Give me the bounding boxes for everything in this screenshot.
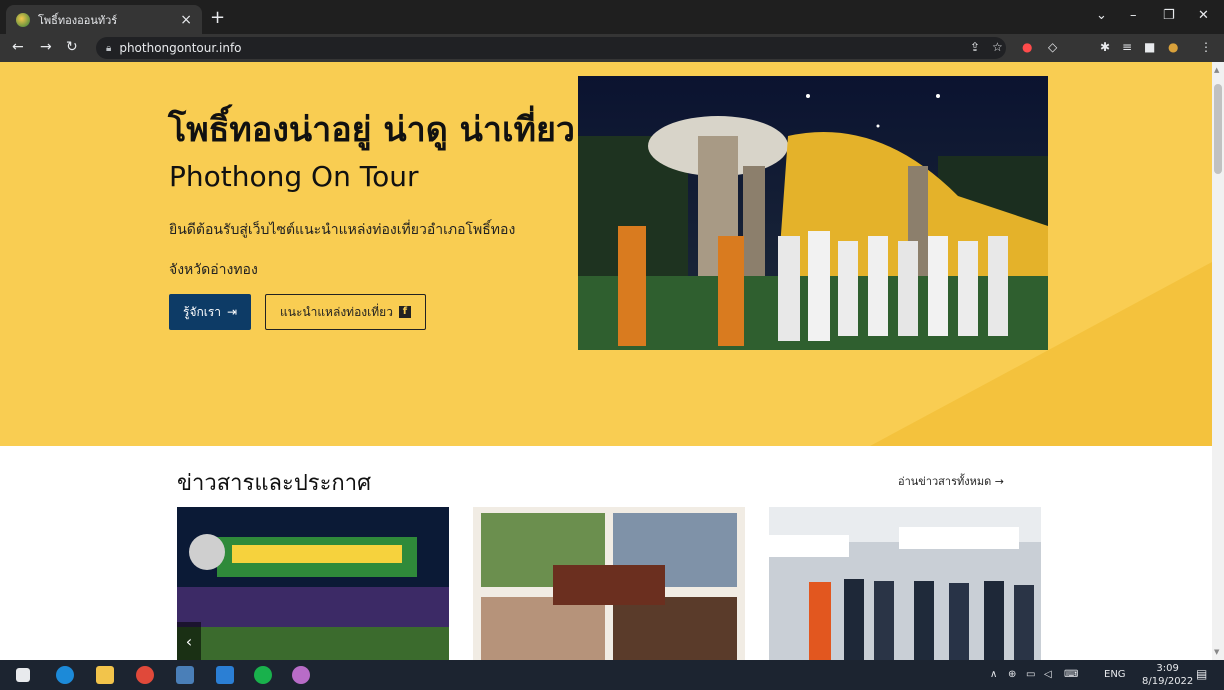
keyboard-icon[interactable]: ⌨ bbox=[1064, 669, 1078, 680]
volume-icon[interactable]: ◁ bbox=[1044, 669, 1052, 680]
news-card-2[interactable] bbox=[473, 507, 745, 660]
hero-description: ยินดีต้อนรับสู่เว็บไซต์แนะนำแหล่งท่องเที… bbox=[169, 210, 569, 290]
paint-icon[interactable] bbox=[292, 666, 310, 684]
menu-dots-icon[interactable]: ⋮ bbox=[1200, 40, 1212, 54]
bookmark-star-icon[interactable]: ☆ bbox=[992, 40, 1003, 54]
scroll-up-icon[interactable]: ▲ bbox=[1214, 66, 1219, 74]
network-icon[interactable]: ⊕ bbox=[1008, 669, 1016, 680]
extension-icon[interactable]: ◇ bbox=[1048, 40, 1057, 54]
reload-icon[interactable]: ↻ bbox=[66, 39, 78, 55]
hero-description-line1: ยินดีต้อนรับสู่เว็บไซต์แนะนำแหล่งท่องเที… bbox=[169, 222, 516, 238]
facebook-icon: f bbox=[398, 306, 411, 318]
share-icon[interactable]: ⇪ bbox=[970, 40, 980, 54]
browser-tab[interactable]: โพธิ์ทองออนทัวร์ × bbox=[6, 5, 202, 34]
news-card-3-image bbox=[769, 507, 1041, 660]
lock-icon: 🔒︎ bbox=[106, 42, 112, 54]
file-explorer-icon[interactable] bbox=[96, 666, 114, 684]
browser-toolbar: ← → ↻ 🔒︎ phothongontour.info ⇪ ☆ ● ◇ ✱ ≡… bbox=[0, 34, 1224, 62]
notifications-icon[interactable]: ▤ bbox=[1196, 667, 1207, 681]
news-section-title: ข่าวสารและประกาศ bbox=[177, 471, 372, 496]
hero-photo-illustration bbox=[578, 76, 1048, 350]
travel-guide-label: แนะนำแหล่งท่องเที่ยว bbox=[280, 304, 393, 319]
line-icon[interactable] bbox=[254, 666, 272, 684]
chrome-icon[interactable] bbox=[136, 666, 154, 684]
chevron-left-icon: ‹ bbox=[185, 631, 193, 651]
hero-description-line2: จังหวัดอ่างทอง bbox=[169, 262, 258, 278]
reading-list-icon[interactable]: ≡ bbox=[1122, 40, 1132, 54]
about-us-button[interactable]: รู้จักเรา ⇥ bbox=[169, 294, 252, 330]
site-favicon-icon bbox=[16, 12, 30, 27]
address-bar[interactable]: 🔒︎ phothongontour.info bbox=[96, 37, 1006, 59]
news-card-1[interactable] bbox=[177, 507, 449, 660]
profile-avatar-icon[interactable]: ● bbox=[1168, 40, 1178, 54]
edge-icon[interactable] bbox=[56, 666, 74, 684]
minimize-icon[interactable]: – bbox=[1130, 8, 1137, 23]
close-window-icon[interactable]: ✕ bbox=[1198, 8, 1209, 23]
tab-close-button[interactable]: × bbox=[180, 12, 192, 28]
view-all-news-link[interactable]: อ่านข่าวสารทั้งหมด → bbox=[898, 472, 1004, 490]
extensions-puzzle-icon[interactable]: ✱ bbox=[1100, 40, 1110, 54]
language-indicator[interactable]: ENG bbox=[1104, 669, 1126, 680]
restore-icon[interactable]: ❐ bbox=[1163, 8, 1175, 23]
news-card-3[interactable] bbox=[769, 507, 1041, 660]
windows-start-icon[interactable] bbox=[16, 668, 30, 682]
web-page: โพธิ์ทองน่าอยู่ น่าดู น่าเที่ยว Phothong… bbox=[0, 62, 1212, 660]
hero-subtitle: Phothong On Tour bbox=[169, 160, 419, 193]
hero-title: โพธิ์ทองน่าอยู่ น่าดู น่าเที่ยว bbox=[168, 110, 576, 150]
tab-title: โพธิ์ทองออนทัวร์ bbox=[38, 13, 118, 27]
windows-taskbar: ∧ ⊕ ▭ ◁ ⌨ ENG 3:09 8/19/2022 ▤ bbox=[0, 660, 1224, 690]
slider-prev-button[interactable]: ‹ bbox=[177, 622, 201, 660]
tray-chevron-icon[interactable]: ∧ bbox=[990, 669, 997, 680]
extension-red-icon[interactable]: ● bbox=[1022, 40, 1032, 54]
hero-section: โพธิ์ทองน่าอยู่ น่าดู น่าเที่ยว Phothong… bbox=[0, 62, 1212, 446]
travel-guide-button[interactable]: แนะนำแหล่งท่องเที่ยว f bbox=[265, 294, 426, 330]
browser-tab-bar: โพธิ์ทองออนทัวร์ × + ⌄ – ❐ ✕ bbox=[0, 0, 1224, 34]
system-clock[interactable]: 3:09 8/19/2022 bbox=[1142, 662, 1193, 688]
tab-search-icon[interactable]: ⌄ bbox=[1096, 8, 1107, 23]
photos-icon[interactable] bbox=[216, 666, 234, 684]
clock-time: 3:09 bbox=[1156, 663, 1179, 674]
forward-icon[interactable]: → bbox=[40, 39, 52, 55]
news-card-1-image bbox=[177, 507, 449, 660]
scroll-down-icon[interactable]: ▼ bbox=[1214, 648, 1219, 656]
sign-in-arrow-icon: ⇥ bbox=[227, 305, 238, 319]
url-text: phothongontour.info bbox=[119, 41, 242, 55]
news-card-2-image bbox=[473, 507, 745, 660]
battery-icon[interactable]: ▭ bbox=[1026, 669, 1035, 680]
back-icon[interactable]: ← bbox=[12, 39, 24, 55]
scrollbar-thumb[interactable] bbox=[1214, 84, 1222, 174]
side-panel-icon[interactable]: ■ bbox=[1144, 40, 1155, 54]
calculator-icon[interactable] bbox=[176, 666, 194, 684]
page-scrollbar[interactable]: ▲ ▼ bbox=[1212, 62, 1224, 660]
about-us-label: รู้จักเรา bbox=[183, 304, 222, 319]
clock-date: 8/19/2022 bbox=[1142, 676, 1194, 687]
hero-photo-reclining-buddha bbox=[578, 76, 1048, 350]
new-tab-button[interactable]: + bbox=[210, 7, 225, 28]
